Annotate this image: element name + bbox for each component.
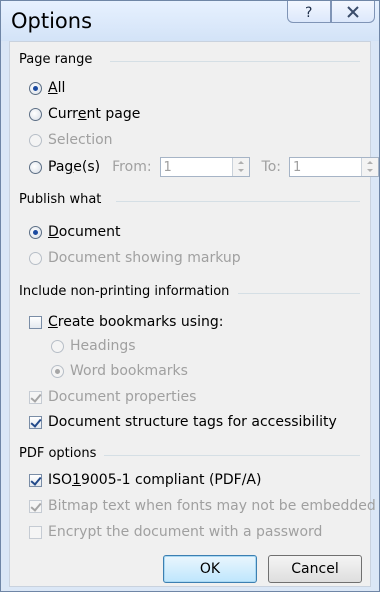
access-key: 1 [72,472,81,488]
radio-word-bookmarks-label: Word bookmarks [70,363,188,379]
radio-current-page-label-rest: nt page [86,106,141,122]
checkbox[interactable] [29,415,42,429]
radio-button [51,339,64,353]
radio-all-label-rest: ll [57,80,66,96]
divider [238,293,360,294]
divider [104,455,360,456]
to-label: To: [261,159,282,175]
non-printing-heading: Include non-printing information [19,284,230,299]
radio-document[interactable]: Document [29,222,121,242]
title-bar[interactable]: Options ? [1,1,379,41]
access-key: e [77,106,87,122]
page-range-heading: Page range [19,52,93,67]
checkbox-create-bookmarks[interactable]: Create bookmarks using: [29,312,223,332]
options-dialog: Options ? Page range All Curr e nt page Se… [0,0,380,592]
radio-headings-label: Headings [70,338,136,354]
help-button[interactable]: ? [287,1,331,23]
to-input[interactable] [290,158,363,176]
radio-button [29,251,42,265]
access-key: D [48,224,59,240]
cancel-button[interactable]: Cancel [268,555,362,583]
iso-label-rest: 9005-1 compliant (PDF/A) [80,472,262,488]
radio-button[interactable] [29,160,42,174]
from-label: From: [112,159,152,175]
radio-document-label-rest: ocument [58,224,121,240]
to-spin-arrows[interactable] [361,158,379,176]
from-spin-arrows[interactable] [231,158,249,176]
checkbox-iso[interactable]: ISO 1 9005-1 compliant (PDF/A) [29,470,261,490]
radio-headings: Headings [51,336,136,356]
checkbox-structure-tags[interactable]: Document structure tags for accessibilit… [29,412,337,432]
divider [110,61,360,62]
pdf-options-heading: PDF options [19,446,97,461]
close-button[interactable] [331,1,375,23]
document-properties-label: Document properties [48,389,197,405]
radio-pages-label: Pa [48,159,65,175]
encrypt-label: Encrypt the document with a password [48,524,323,540]
ok-button[interactable]: OK [163,555,257,583]
checkbox-document-properties: Document properties [29,387,196,407]
checkbox [29,499,42,513]
spin-up-icon[interactable] [362,158,378,167]
to-spinner[interactable] [289,157,380,177]
divider [116,201,360,202]
radio-button[interactable] [29,107,42,121]
radio-current-page-label: Curr [48,106,78,122]
radio-document-markup: Document showing markup [29,248,241,268]
svg-text:?: ? [305,5,312,21]
radio-word-bookmarks: Word bookmarks [51,361,188,381]
checkbox-encrypt: Encrypt the document with a password [29,522,322,542]
close-icon [347,6,359,18]
bitmap-label: Bitmap text when fonts may not be embedd… [48,498,376,514]
checkbox-bitmap: Bitmap text when fonts may not be embedd… [29,496,376,516]
access-key: C [48,314,58,330]
radio-pages-label-rest: e(s) [73,159,101,175]
dialog-title: Options [11,9,93,33]
radio-button[interactable] [29,81,42,95]
radio-button [51,364,64,378]
help-icon: ? [305,5,312,21]
radio-button [29,133,42,147]
checkbox[interactable] [29,315,42,329]
iso-label: ISO [48,472,73,488]
structure-tags-label: Document structure tags for accessibilit… [48,414,337,430]
radio-selection-label: Selection [48,132,113,148]
radio-all[interactable]: All [29,78,65,98]
spin-up-icon[interactable] [233,158,249,167]
spin-down-icon[interactable] [233,167,249,176]
from-input[interactable] [160,158,233,176]
create-bookmarks-label-rest: reate bookmarks using: [57,314,224,330]
radio-current-page[interactable]: Curr e nt page [29,104,140,124]
radio-button[interactable] [29,225,42,239]
access-key: g [64,159,74,175]
radio-selection: Selection [29,130,113,150]
publish-what-heading: Publish what [19,192,102,207]
access-key: A [48,80,58,96]
spin-down-icon[interactable] [362,167,378,176]
radio-pages[interactable]: Page(s) From: To: [29,154,380,180]
radio-document-markup-label: Document showing markup [48,250,241,266]
checkbox[interactable] [29,473,42,487]
checkbox [29,390,42,404]
checkbox [29,525,42,539]
from-spinner[interactable] [159,157,250,177]
dialog-body: Page range All Curr e nt page Selection Pa… [9,41,380,587]
